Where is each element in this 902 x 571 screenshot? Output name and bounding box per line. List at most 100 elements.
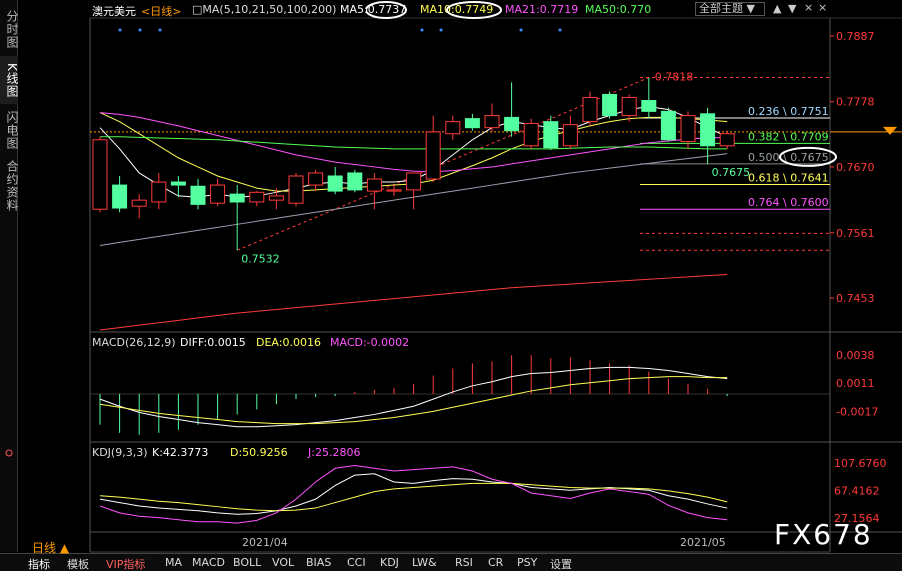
marker-dot: [118, 28, 122, 32]
ma-line-ma21: [99, 112, 728, 173]
macd-axis-label: 0.0038: [836, 349, 875, 362]
ma50-value: MA50:0.770: [585, 3, 652, 16]
kdj-k-line: [99, 473, 728, 515]
chart-canvas[interactable]: 0.7887 0.7778 0.7670 0.7561 0.7453 0.0038 0.00…: [0, 0, 902, 553]
candle-body: [190, 185, 206, 205]
toolbar-item-14[interactable]: 设置: [550, 556, 572, 571]
price-axis-label: 0.7670: [836, 161, 875, 174]
candle-body: [719, 133, 735, 147]
marker-dot: [138, 28, 142, 32]
toolbar-item-1[interactable]: 模板: [67, 556, 89, 571]
highlight-ellipses: [366, 1, 502, 19]
candle-body: [366, 178, 382, 192]
candle-body: [543, 121, 559, 149]
candle-body: [641, 100, 657, 112]
macd-value: MACD:-0.0002: [330, 336, 410, 349]
toolbar-item-0[interactable]: 指标: [28, 556, 50, 571]
fib-level-label: 0.764 \ 0.7600: [748, 196, 829, 209]
toolbar-item-11[interactable]: RSI: [455, 556, 473, 569]
date-label: 2021/05: [680, 536, 726, 549]
fib-level-label: 0.382 \ 0.7709: [748, 130, 829, 143]
candle-body: [562, 124, 578, 147]
candle-body: [308, 172, 324, 186]
marker-dot: [439, 28, 443, 32]
candle-body: [484, 115, 500, 129]
toolbar-item-7[interactable]: BIAS: [306, 556, 331, 569]
indicator-toolbar: 日线 ▲ 指标 模板 VIP指标 MA MACD BOLL VOL BIAS CCI KDJ LW&…: [0, 541, 902, 571]
candle-body: [660, 110, 676, 141]
candle-body: [327, 175, 343, 192]
marker-dot: [558, 28, 562, 32]
fib-level-label: 0.618 \ 0.7641: [748, 171, 829, 184]
fib-level-label: 0.236 \ 0.7751: [748, 105, 829, 118]
theme-dropdown[interactable]: 全部主题 ▼: [695, 2, 765, 16]
period-tag[interactable]: <日线>: [141, 3, 181, 19]
kdj-d-line: [99, 482, 728, 512]
date-label: 2021/04: [242, 536, 288, 549]
candle-body: [170, 181, 186, 186]
candle-body: [602, 93, 618, 117]
fib-level-label: 0.500 \ 0.7675: [748, 151, 829, 164]
ma-label: □MA(5,10,21,50,100,200): [192, 3, 337, 16]
candle-body: [347, 172, 363, 191]
candle-body: [504, 116, 520, 132]
watermark-logo: FX678: [774, 518, 873, 551]
kdj-d: D:50.9256: [230, 446, 288, 459]
price-axis-label: 0.7453: [836, 292, 875, 305]
candle-body: [700, 113, 716, 147]
ma-line-ma50: [100, 136, 728, 150]
scroll-down-button[interactable]: ▼: [788, 2, 796, 15]
toolbar-item-2[interactable]: VIP指标: [106, 556, 145, 571]
toolbar-item-3[interactable]: MA: [165, 556, 182, 569]
kdj-axis-label: 67.4162: [834, 485, 880, 498]
candle-body: [151, 181, 167, 203]
candle-body: [112, 184, 128, 209]
period-selector[interactable]: 日线 ▲: [32, 539, 69, 556]
candle-body: [131, 199, 147, 207]
toolbar-item-10[interactable]: LW&: [412, 556, 437, 569]
candle-body: [268, 195, 284, 201]
macd-dea-line: [99, 376, 728, 425]
candle-body: [210, 184, 226, 204]
candle-body: [288, 175, 304, 204]
toolbar-item-4[interactable]: MACD: [192, 556, 225, 569]
toolbar-item-12[interactable]: CR: [488, 556, 503, 569]
annotation-label: 0.7675: [712, 166, 751, 179]
kdj-settings-icon: [5, 449, 13, 457]
close-icon-2[interactable]: ×: [818, 1, 827, 14]
candle-body: [249, 191, 265, 203]
macd-diff: DIFF:0.0015: [180, 336, 246, 349]
scroll-up-button[interactable]: ▲: [773, 2, 781, 15]
candle-body: [680, 115, 696, 143]
marker-dot: [158, 28, 162, 32]
kdj-label: KDJ(9,3,3): [92, 446, 148, 459]
close-icon[interactable]: ×: [804, 1, 813, 14]
candle-body: [445, 121, 461, 135]
candle-body: [92, 139, 108, 210]
chevron-down-icon: ▼: [746, 2, 755, 15]
kdj-axis-label: 107.6760: [834, 457, 887, 470]
candle-body: [425, 131, 441, 180]
macd-label: MACD(26,12,9): [92, 336, 176, 349]
ma-toggle-icon[interactable]: □: [192, 3, 202, 16]
candle-body: [229, 193, 245, 203]
candle-body: [464, 118, 480, 129]
last-price-marker-icon: [883, 126, 897, 135]
candle-body: [621, 96, 637, 117]
kdj-j: J:25.2806: [308, 446, 361, 459]
candle-body: [523, 122, 539, 147]
price-axis-label: 0.7778: [836, 96, 875, 109]
candle-body: [386, 189, 402, 192]
candle-body: [406, 172, 422, 191]
macd-dea: DEA:0.0016: [256, 336, 321, 349]
kdj-j-line: [99, 465, 728, 524]
toolbar-item-8[interactable]: CCI: [347, 556, 366, 569]
toolbar-item-13[interactable]: PSY: [517, 556, 537, 569]
annotation-label: 0.7532: [241, 252, 280, 265]
toolbar-item-5[interactable]: BOLL: [233, 556, 261, 569]
toolbar-item-6[interactable]: VOL: [272, 556, 294, 569]
price-axis-label: 0.7561: [836, 227, 875, 240]
macd-axis-label: 0.0011: [836, 377, 875, 390]
toolbar-item-9[interactable]: KDJ: [380, 556, 399, 569]
marker-dot: [420, 28, 424, 32]
